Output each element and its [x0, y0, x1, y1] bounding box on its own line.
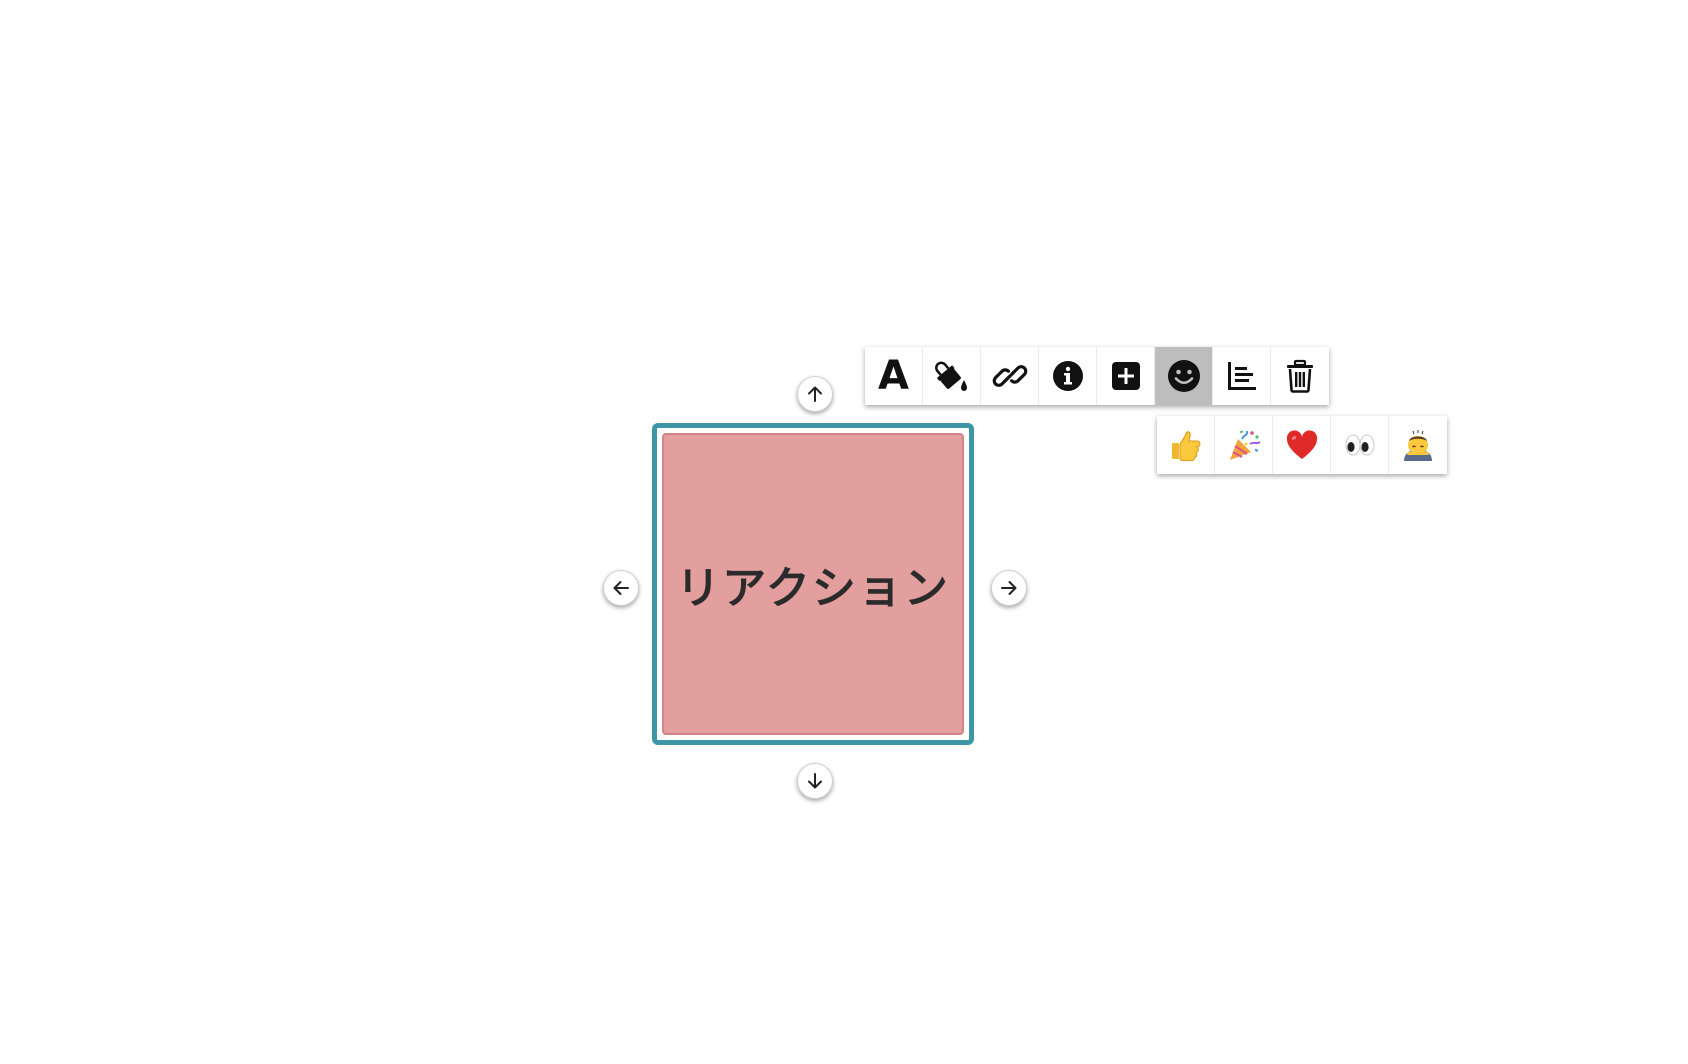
align-button[interactable] — [1213, 347, 1271, 405]
trash-icon — [1287, 359, 1313, 393]
eyes-icon — [1345, 434, 1374, 456]
note-toolbar: A — [865, 347, 1329, 405]
add-button[interactable] — [1097, 347, 1155, 405]
reaction-eyes[interactable] — [1331, 416, 1389, 474]
link-button[interactable] — [981, 347, 1039, 405]
whiteboard-canvas[interactable]: リアクション A — [0, 0, 1688, 1064]
delete-button[interactable] — [1271, 347, 1329, 405]
sticky-note-text[interactable]: リアクション — [676, 552, 950, 616]
add-note-right-handle[interactable] — [991, 570, 1027, 606]
text-style-icon: A — [878, 353, 909, 399]
paint-bucket-icon — [934, 361, 967, 391]
arrow-up-icon — [808, 386, 822, 402]
add-note-up-handle[interactable] — [797, 376, 833, 412]
sticky-note-selection[interactable]: リアクション — [652, 423, 974, 745]
align-left-icon — [1227, 362, 1256, 390]
heart-icon — [1286, 430, 1317, 459]
thumbs-up-icon — [1171, 431, 1200, 461]
bowing-person-icon — [1404, 430, 1432, 461]
info-button[interactable] — [1039, 347, 1097, 405]
party-popper-icon — [1229, 430, 1261, 460]
arrow-left-icon — [613, 581, 629, 595]
reaction-bowing-person[interactable] — [1389, 416, 1447, 474]
plus-square-icon — [1111, 362, 1140, 390]
reaction-palette — [1157, 416, 1447, 474]
smiley-icon — [1167, 360, 1200, 392]
add-note-down-handle[interactable] — [797, 763, 833, 799]
reaction-party-popper[interactable] — [1215, 416, 1273, 474]
reaction-button[interactable] — [1155, 347, 1213, 405]
arrow-down-icon — [808, 773, 822, 789]
link-icon — [992, 365, 1027, 387]
arrow-right-icon — [1001, 581, 1017, 595]
reaction-heart[interactable] — [1273, 416, 1331, 474]
reaction-thumbs-up[interactable] — [1157, 416, 1215, 474]
sticky-note[interactable]: リアクション — [662, 433, 964, 735]
info-icon — [1052, 361, 1083, 391]
text-style-button[interactable]: A — [865, 347, 923, 405]
add-note-left-handle[interactable] — [603, 570, 639, 606]
fill-color-button[interactable] — [923, 347, 981, 405]
